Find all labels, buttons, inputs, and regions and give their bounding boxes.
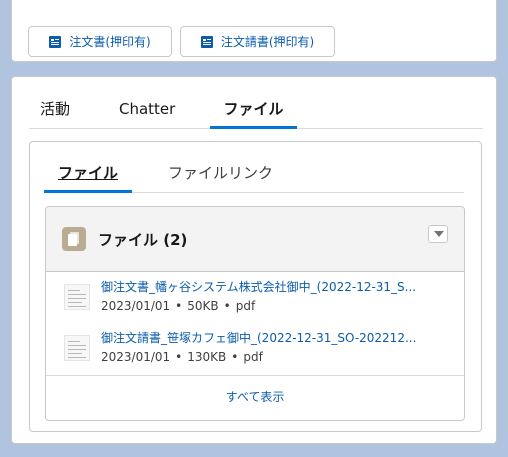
file-size: 130KB (187, 350, 227, 364)
chevron-down-icon[interactable] (428, 225, 448, 243)
record-tabs: 活動 Chatter ファイル (29, 94, 483, 129)
file-title-link[interactable]: 御注文請書_笹塚カフェ御中_(2022-12-31_SO-202212... (101, 329, 416, 346)
file-date: 2023/01/01 (101, 350, 171, 364)
file-meta: 2023/01/01 • 50KB • pdf (101, 299, 256, 313)
tab-files[interactable]: ファイル (210, 94, 297, 129)
file-type: pdf (243, 350, 263, 364)
related-list-header: ファイル (2) (46, 207, 464, 272)
file-type: pdf (235, 299, 256, 313)
file-date: 2023/01/01 (101, 299, 171, 313)
order-form-label: 注文書(押印有) (69, 35, 151, 49)
order-form-button[interactable]: 注文書(押印有) (28, 26, 172, 57)
document-icon (49, 35, 62, 48)
order-request-form-button[interactable]: 注文請書(押印有) (180, 26, 335, 57)
file-item: 御注文請書_笹塚カフェ御中_(2022-12-31_SO-202212... 2… (46, 326, 464, 372)
order-request-form-label: 注文請書(押印有) (220, 35, 315, 49)
files-related-list: ファイル (2) 御注文書_幡ヶ谷システム株式会社御中_(2022-12-31_… (45, 206, 465, 421)
tab-activity[interactable]: 活動 (40, 94, 70, 129)
file-title-link[interactable]: 御注文書_幡ヶ谷システム株式会社御中_(2022-12-31_S... (101, 278, 416, 295)
files-subtabs: ファイル ファイルリンク (44, 160, 464, 193)
subtab-file-links[interactable]: ファイルリンク (168, 160, 273, 193)
file-thumbnail[interactable] (64, 284, 90, 310)
subtab-files[interactable]: ファイル (44, 160, 132, 193)
tab-chatter[interactable]: Chatter (119, 94, 175, 129)
document-icon (200, 35, 213, 48)
file-meta: 2023/01/01 • 130KB • pdf (101, 350, 263, 364)
file-item: 御注文書_幡ヶ谷システム株式会社御中_(2022-12-31_S... 2023… (46, 275, 464, 321)
file-thumbnail[interactable] (64, 335, 90, 361)
files-icon (62, 227, 86, 251)
file-size: 50KB (187, 299, 219, 313)
related-list-title[interactable]: ファイル (2) (98, 229, 187, 250)
view-all-link[interactable]: すべて表示 (46, 375, 464, 420)
